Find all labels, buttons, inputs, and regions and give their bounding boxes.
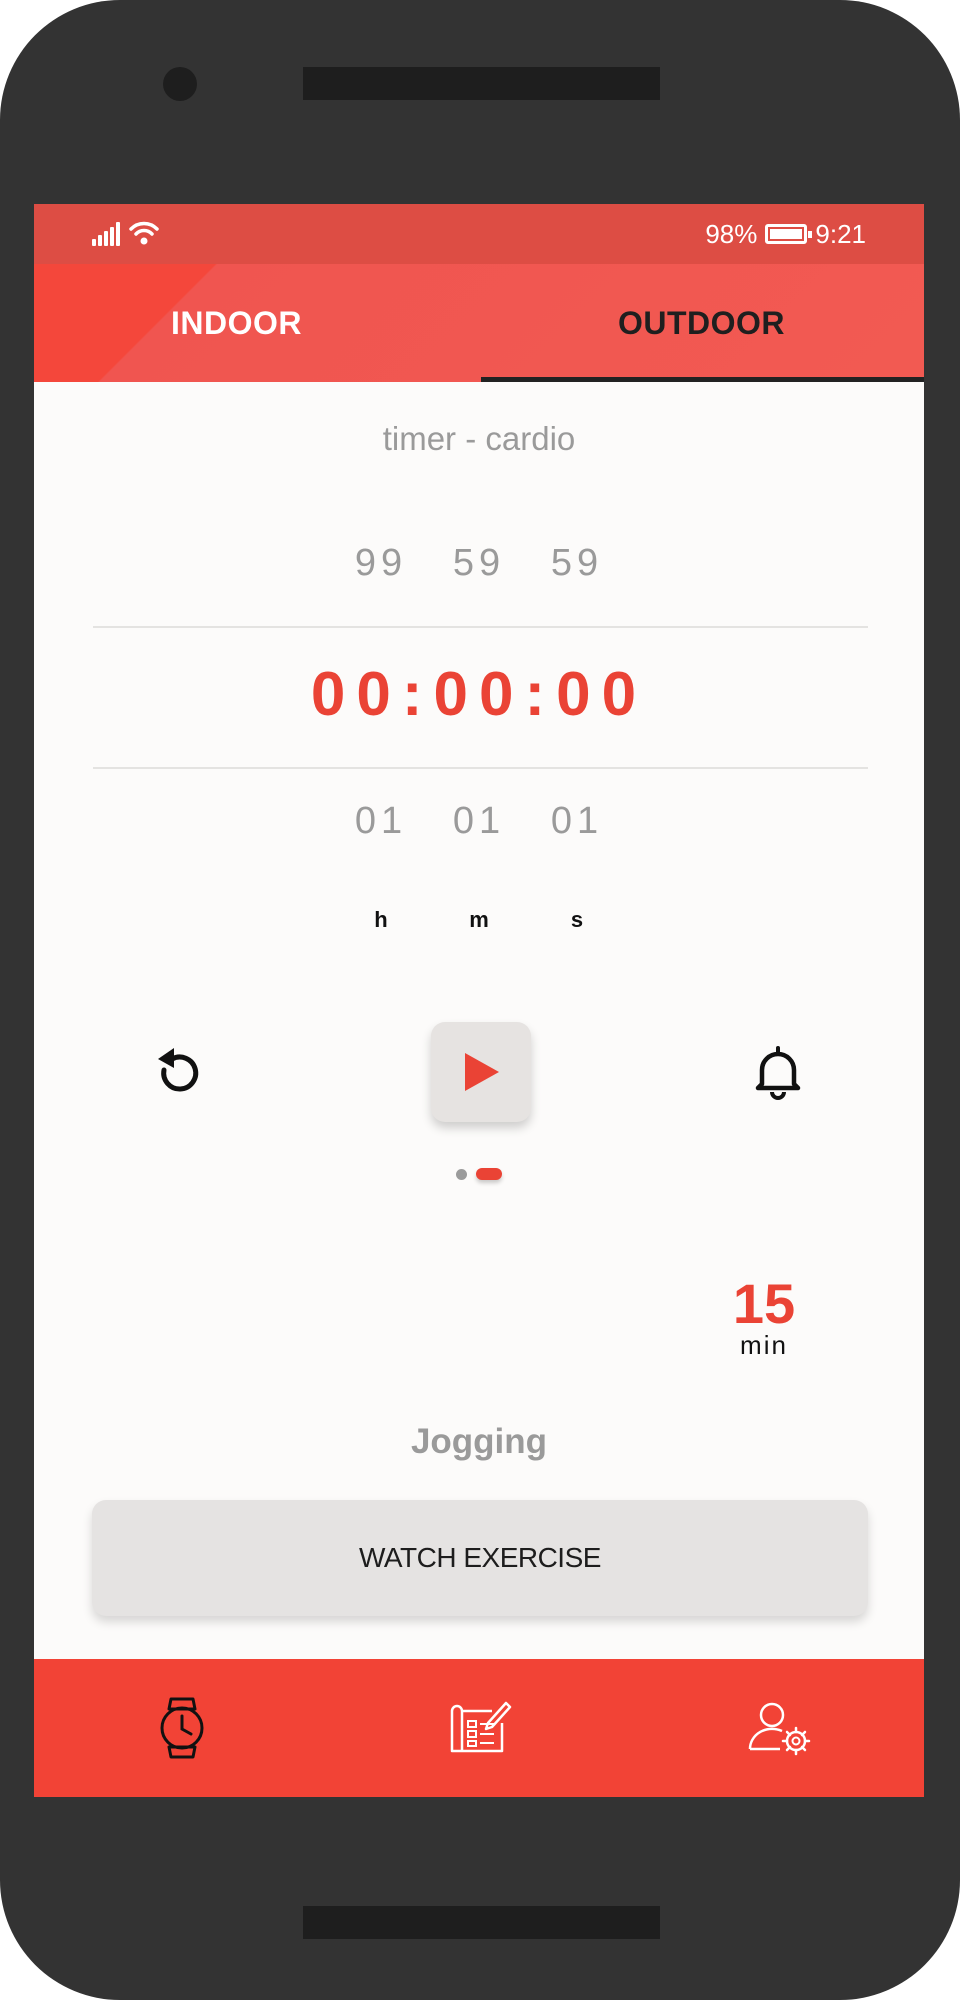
status-bar: 98% 9:21 [34,204,924,264]
workout-plan-icon[interactable] [444,1693,514,1763]
page-dot-2-active[interactable] [476,1168,502,1180]
battery-icon [765,224,813,244]
minutes-above[interactable]: 59 [430,542,528,585]
unit-minutes: m [469,907,489,932]
timer-display[interactable]: 00:00:00 [34,659,924,730]
duration-unit: min [740,1330,788,1360]
signal-icon [92,222,122,246]
seconds-above[interactable]: 59 [528,542,626,585]
picker-divider-top [93,626,868,628]
picker-divider-bottom [93,767,868,769]
camera [163,67,197,101]
wifi-icon [129,221,159,245]
page-dot-1[interactable] [456,1169,467,1180]
bell-icon[interactable] [749,1042,807,1100]
battery-percent: 98% [705,218,758,249]
bottom-speaker [303,1906,660,1939]
tab-indoor[interactable]: INDOOR [34,264,479,382]
bottom-navigation [34,1659,924,1797]
speaker-grille [303,67,660,100]
play-button[interactable] [431,1022,531,1122]
duration-value: 15 [732,1272,796,1335]
battery-fill [770,229,802,239]
exercise-name: Jogging [410,1422,548,1461]
user-settings-icon[interactable] [744,1693,814,1763]
time-units: h m s [34,907,924,933]
seconds-below[interactable]: 01 [528,800,626,843]
active-tab-indicator [481,377,924,382]
tab-outdoor[interactable]: OUTDOOR [479,264,924,382]
tab-bar: INDOOR OUTDOOR [34,264,924,382]
unit-hours: h [374,907,388,932]
phone-frame: 98% 9:21 INDOOR OUTDOOR timer - cardio 9… [0,0,960,2000]
watch-icon[interactable] [147,1693,217,1763]
status-right: 98% 9:21 [705,218,866,250]
hours-below[interactable]: 01 [332,800,430,843]
unit-seconds: s [570,907,584,932]
watch-exercise-button[interactable]: WATCH EXERCISE [92,1500,868,1616]
timer-subtitle: timer - cardio [382,420,576,457]
play-icon [465,1053,499,1091]
app-screen: 98% 9:21 INDOOR OUTDOOR timer - cardio 9… [34,204,924,1797]
picker-previous-values[interactable]: 99 59 59 [34,542,924,585]
minutes-below[interactable]: 01 [430,800,528,843]
clock: 9:21 [815,218,866,249]
restart-icon[interactable] [150,1044,208,1102]
hours-above[interactable]: 99 [332,542,430,585]
picker-next-values[interactable]: 01 01 01 [34,800,924,843]
